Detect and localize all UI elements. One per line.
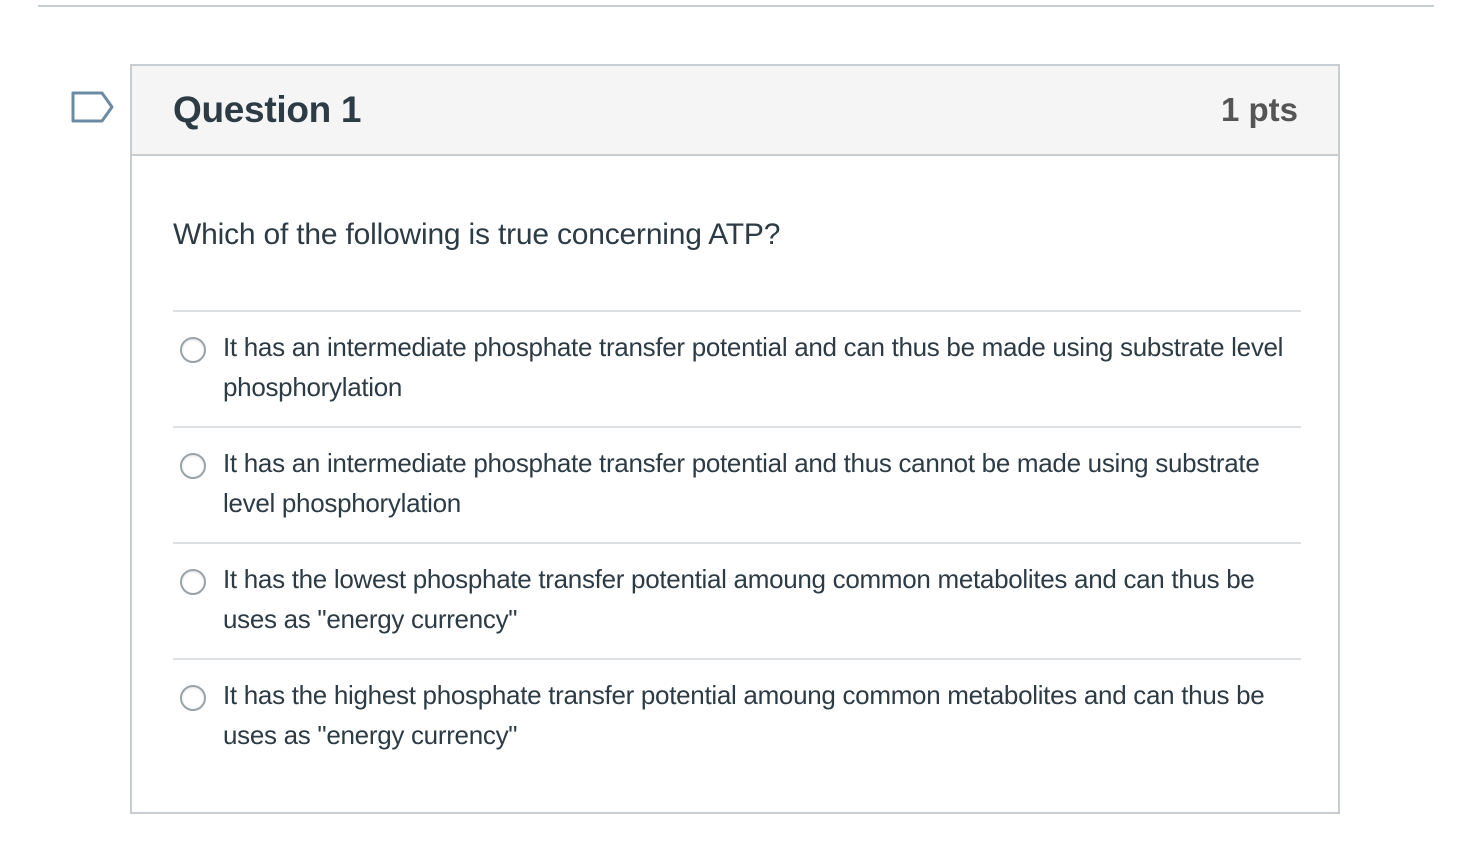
question-points: 1 pts	[1220, 91, 1298, 128]
flag-question-icon[interactable]	[70, 90, 116, 128]
top-divider	[38, 5, 1434, 7]
answer-option-2[interactable]: It has an intermediate phosphate transfe…	[173, 426, 1301, 542]
answer-label[interactable]: It has an intermediate phosphate transfe…	[223, 327, 1293, 407]
question-header: Question 1 1 pts	[132, 66, 1338, 156]
radio-button[interactable]	[180, 685, 206, 711]
answer-option-1[interactable]: It has an intermediate phosphate transfe…	[173, 310, 1301, 426]
answer-list: It has an intermediate phosphate transfe…	[173, 310, 1301, 774]
radio-button[interactable]	[180, 453, 206, 479]
answer-label[interactable]: It has an intermediate phosphate transfe…	[223, 443, 1293, 523]
radio-button[interactable]	[180, 569, 206, 595]
radio-button[interactable]	[180, 337, 206, 363]
answer-label[interactable]: It has the highest phosphate transfer po…	[223, 675, 1293, 755]
question-card: Question 1 1 pts Which of the following …	[130, 64, 1340, 814]
question-text: Which of the following is true concernin…	[173, 218, 781, 251]
answer-option-3[interactable]: It has the lowest phosphate transfer pot…	[173, 542, 1301, 658]
answer-option-4[interactable]: It has the highest phosphate transfer po…	[173, 658, 1301, 774]
question-title: Question 1	[173, 89, 362, 130]
answer-label[interactable]: It has the lowest phosphate transfer pot…	[223, 559, 1293, 639]
